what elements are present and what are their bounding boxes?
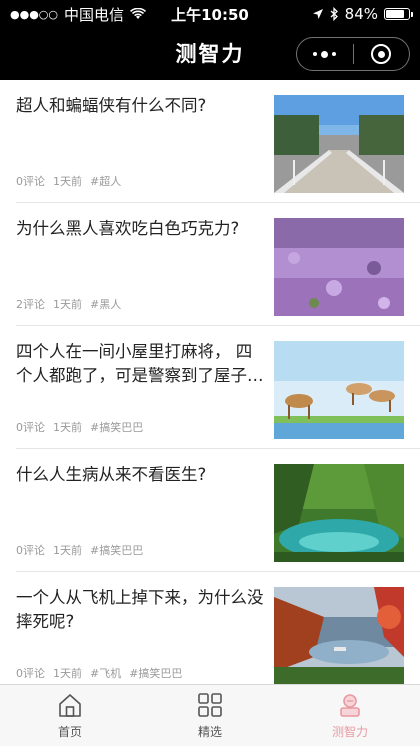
grid-icon xyxy=(198,693,222,717)
feed-item-meta: 2评论 1天前 #黑人 xyxy=(16,296,121,312)
tab-featured[interactable]: 精选 xyxy=(140,685,280,746)
battery-percent: 84% xyxy=(344,5,378,23)
comment-count: 0评论 xyxy=(16,544,45,557)
tag[interactable]: #搞笑巴巴 xyxy=(129,665,182,681)
feed-item-title: 超人和蝙蝠侠有什么不同? xyxy=(16,96,207,115)
feed-item-title: 什么人生病从来不看医生? xyxy=(16,465,207,484)
tab-home[interactable]: 首页 xyxy=(0,685,140,746)
tab-label: 首页 xyxy=(57,725,82,739)
bluetooth-icon xyxy=(330,7,338,21)
post-time: 1天前 xyxy=(53,544,82,557)
bridge-photo xyxy=(274,95,404,193)
home-icon xyxy=(59,694,81,717)
tab-bar: 首页 精选 测智力 xyxy=(0,684,420,746)
feed-item-meta: 0评论 1天前 #飞机 #搞笑巴巴 xyxy=(16,665,182,681)
article-feed[interactable]: 超人和蝙蝠侠有什么不同? 0评论 1天前 #超人 为什么黑人喜欢吃白色巧克力? xyxy=(0,80,420,684)
feed-item-meta: 0评论 1天前 #超人 xyxy=(16,173,121,189)
forest-lake-photo xyxy=(274,464,404,562)
tag[interactable]: #飞机 xyxy=(90,665,121,681)
feed-item-meta: 0评论 1天前 #搞笑巴巴 xyxy=(16,419,143,435)
comment-count: 0评论 xyxy=(16,175,45,188)
tab-label: 测智力 xyxy=(331,725,368,739)
brain-quiz-icon xyxy=(340,694,360,717)
tag[interactable]: #超人 xyxy=(90,173,121,189)
comment-count: 0评论 xyxy=(16,667,45,680)
post-time: 1天前 xyxy=(53,175,82,188)
wifi-icon xyxy=(130,8,147,19)
carrier-label: 中国电信 xyxy=(64,5,125,24)
comment-count: 2评论 xyxy=(16,298,45,311)
mini-program-capsule xyxy=(296,37,410,71)
feed-item[interactable]: 一个人从飞机上掉下来，为什么没摔死呢? 0评论 1天前 #飞机 #搞笑巴巴 xyxy=(0,572,420,684)
tag[interactable]: #黑人 xyxy=(90,296,121,312)
feed-item-meta: 0评论 1天前 #搞笑巴巴 xyxy=(16,542,143,558)
post-time: 1天前 xyxy=(53,298,82,311)
battery-icon xyxy=(384,8,413,20)
feed-item[interactable]: 超人和蝙蝠侠有什么不同? 0评论 1天前 #超人 xyxy=(0,80,420,203)
horses-photo xyxy=(274,341,404,439)
feed-item-title: 为什么黑人喜欢吃白色巧克力? xyxy=(16,219,240,238)
close-mini-program-button[interactable] xyxy=(354,38,410,70)
status-right: 84% xyxy=(312,5,413,23)
feed-item-title: 四个人在一间小屋里打麻将， 四个人都跑了，可是警察到了屋子里，却一个人也没抓到，… xyxy=(16,342,253,385)
tag[interactable]: #搞笑巴巴 xyxy=(90,419,143,435)
status-bar: ●●●○○ 中国电信 上午10:50 84% xyxy=(0,0,420,28)
signal-dots-icon: ●●●○○ xyxy=(10,7,58,21)
feed-item[interactable]: 为什么黑人喜欢吃白色巧克力? 2评论 1天前 #黑人 xyxy=(0,203,420,326)
tab-iq-test[interactable]: 测智力 xyxy=(280,685,420,746)
feed-item[interactable]: 四个人在一间小屋里打麻将， 四个人都跑了，可是警察到了屋子里，却一个人也没抓到，… xyxy=(0,326,420,449)
post-time: 1天前 xyxy=(53,667,82,680)
location-arrow-icon xyxy=(312,9,323,19)
more-dots-icon xyxy=(313,50,337,58)
feed-item-title: 一个人从飞机上掉下来，为什么没摔死呢? xyxy=(16,588,264,631)
autumn-lake-photo xyxy=(274,587,404,684)
tag[interactable]: #搞笑巴巴 xyxy=(90,542,143,558)
tab-label: 精选 xyxy=(197,725,222,739)
comment-count: 0评论 xyxy=(16,421,45,434)
lavender-field-photo xyxy=(274,218,404,316)
battery-level-fill xyxy=(386,10,405,18)
more-button[interactable] xyxy=(297,38,353,70)
status-left: ●●●○○ 中国电信 xyxy=(10,4,147,25)
post-time: 1天前 xyxy=(53,421,82,434)
nav-bar: 测智力 xyxy=(0,28,420,80)
target-circle-icon xyxy=(371,44,392,64)
feed-item[interactable]: 什么人生病从来不看医生? 0评论 1天前 #搞笑巴巴 xyxy=(0,449,420,572)
